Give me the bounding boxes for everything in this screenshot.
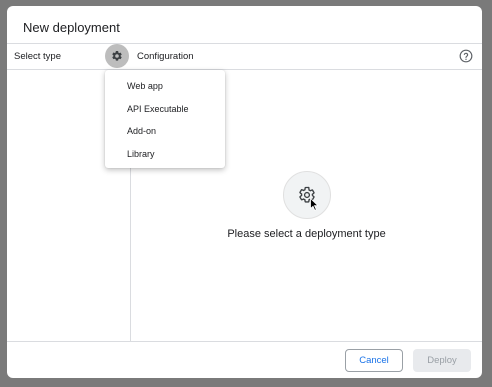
empty-state-icon-circle bbox=[283, 171, 331, 219]
select-type-label: Select type bbox=[14, 51, 61, 62]
configuration-label: Configuration bbox=[137, 51, 194, 62]
deploy-button[interactable]: Deploy bbox=[413, 349, 471, 372]
gear-icon bbox=[112, 50, 122, 61]
footer-divider bbox=[7, 341, 482, 342]
menu-item-web-app[interactable]: Web app bbox=[105, 75, 225, 98]
help-circle-icon[interactable] bbox=[459, 49, 473, 63]
menu-item-library[interactable]: Library bbox=[105, 143, 225, 166]
mouse-cursor-icon bbox=[310, 198, 319, 211]
menu-item-api-executable[interactable]: API Executable bbox=[105, 98, 225, 121]
new-deployment-dialog: New deployment Select type Configuration… bbox=[7, 6, 482, 378]
cancel-button[interactable]: Cancel bbox=[345, 349, 403, 372]
dialog-title: New deployment bbox=[23, 20, 120, 35]
menu-item-add-on[interactable]: Add-on bbox=[105, 120, 225, 143]
deployment-type-menu: Web app API Executable Add-on Library bbox=[105, 70, 225, 168]
header-divider bbox=[7, 43, 482, 44]
empty-state-message: Please select a deployment type bbox=[227, 228, 386, 240]
select-type-button[interactable] bbox=[105, 44, 129, 68]
subheader-divider bbox=[7, 69, 482, 70]
